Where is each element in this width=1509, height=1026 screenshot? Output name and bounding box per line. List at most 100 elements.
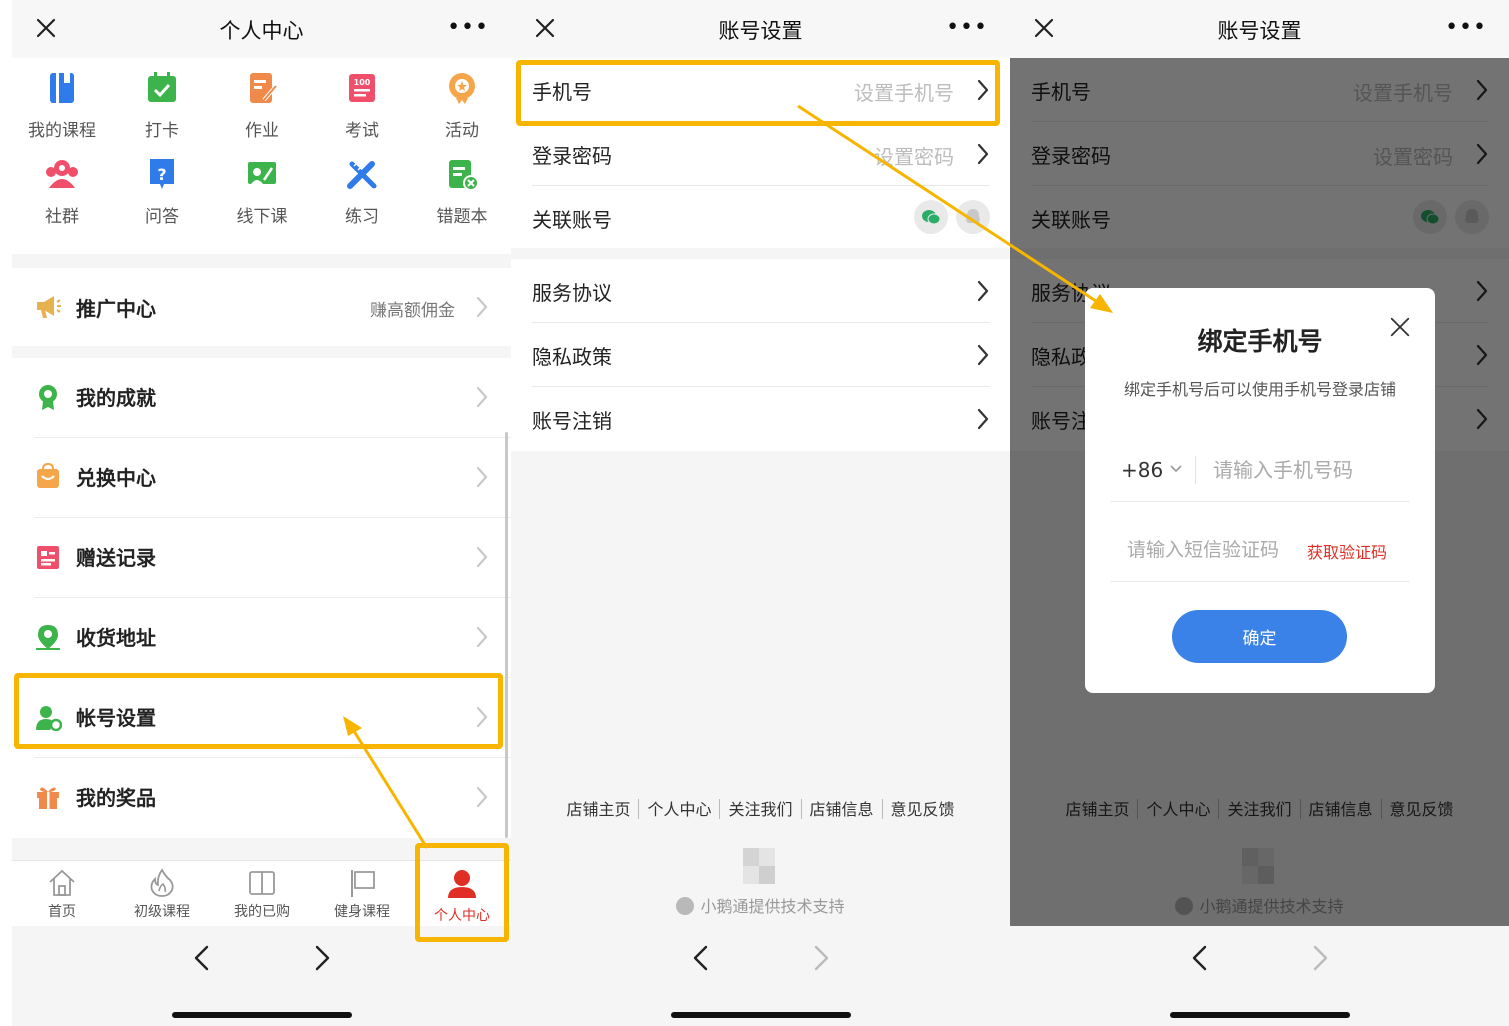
forward-arrow-icon[interactable] (1308, 944, 1332, 972)
title-bar: 账号设置 ••• (1010, 0, 1509, 58)
flag-icon (351, 870, 375, 897)
gift-record-icon (37, 546, 59, 569)
settings-row-password[interactable]: 登录密码 设置密码 (511, 122, 1010, 186)
exam-icon: 100 (349, 74, 375, 102)
menu-item-gift-record[interactable]: 赠送记录 (12, 518, 511, 598)
country-code-select[interactable]: +86 (1121, 458, 1163, 482)
grid-item-exam[interactable]: 100 考试 (312, 70, 412, 141)
footer-link-feedback[interactable]: 意见反馈 (891, 800, 955, 819)
settings-row-linked-accounts[interactable]: 关联账号 (511, 186, 1010, 250)
divider (1195, 456, 1196, 484)
footer-link-personal-center[interactable]: 个人中心 (647, 800, 711, 819)
chevron-right-icon (475, 546, 489, 568)
title-bar: 账号设置 ••• (511, 0, 1010, 58)
fire-icon (150, 868, 174, 897)
settings-row-privacy-policy[interactable]: 隐私政策 (511, 323, 1010, 387)
settings-row-service-agreement[interactable]: 服务协议 (511, 259, 1010, 323)
practice-icon (347, 161, 377, 189)
grid-item-homework[interactable]: 作业 (212, 70, 312, 141)
close-icon[interactable] (1389, 316, 1411, 338)
chevron-down-icon (1170, 465, 1182, 473)
tab-purchased[interactable]: 我的已购 (212, 861, 312, 927)
more-icon[interactable]: ••• (447, 17, 489, 39)
address-icon (36, 625, 60, 650)
account-settings-screen: 账号设置 ••• 手机号 设置手机号 登录密码 设置密码 关联账号 服务协议 隐… (511, 0, 1010, 1026)
dialog-title: 绑定手机号 (1197, 327, 1323, 356)
community-icon (46, 160, 78, 188)
bind-phone-screen: 账号设置 ••• 手机号 设置手机号 登录密码 设置密码 关联账号 服务协议 (1010, 0, 1509, 1026)
divider (1111, 581, 1409, 582)
back-arrow-icon[interactable] (190, 944, 214, 972)
chevron-right-icon (475, 626, 489, 648)
highlight-personal-center-tab (415, 843, 509, 942)
footer-link-shop-info[interactable]: 店铺信息 (810, 800, 874, 819)
promotion-center-label: 推广中心 (76, 297, 156, 321)
browser-nav-bar (511, 926, 1010, 1026)
megaphone-icon (37, 296, 61, 318)
tab-beginner-course[interactable]: 初级课程 (112, 861, 212, 927)
legal-group: 服务协议 隐私政策 账号注销 (511, 259, 1010, 451)
phone-input[interactable] (1213, 453, 1403, 487)
book-icon (50, 73, 74, 103)
chevron-right-icon (976, 344, 990, 366)
grid-item-qa[interactable]: ? 问答 (112, 156, 212, 227)
offline-class-icon (248, 162, 276, 184)
home-icon (49, 869, 75, 896)
back-arrow-icon[interactable] (689, 944, 713, 972)
get-code-button[interactable]: 获取验证码 (1307, 539, 1387, 563)
menu-item-achievement[interactable]: 我的成就 (12, 358, 511, 438)
tab-home[interactable]: 首页 (12, 861, 112, 927)
promotion-center-row[interactable]: 推广中心 赚高额佣金 (12, 268, 511, 346)
feature-grid: 我的课程 打卡 作业 100 考试 活动 社群 ? 问答 线下课 练习 错题本 (12, 58, 511, 254)
grid-item-my-courses[interactable]: 我的课程 (12, 70, 112, 141)
dialog-description: 绑定手机号后可以使用手机号登录店铺 (1123, 380, 1396, 399)
grid-item-mistake-book[interactable]: 错题本 (412, 156, 511, 227)
highlight-account-settings (14, 673, 503, 749)
tab-fitness-course[interactable]: 健身课程 (312, 861, 412, 927)
footer-link-shop-home[interactable]: 店铺主页 (566, 800, 630, 819)
grid-item-events[interactable]: 活动 (412, 70, 511, 141)
home-indicator[interactable] (1170, 1012, 1350, 1018)
title-bar: 个人中心 ••• (12, 0, 511, 58)
grid-item-practice[interactable]: 练习 (312, 156, 412, 227)
qa-icon: ? (150, 159, 174, 189)
sms-code-input[interactable] (1127, 533, 1297, 567)
chevron-right-icon (976, 280, 990, 302)
page-title: 个人中心 (219, 19, 304, 43)
more-icon[interactable]: ••• (946, 17, 988, 39)
divider (1111, 501, 1409, 502)
confirm-button[interactable]: 确定 (1172, 610, 1347, 663)
svg-text:?: ? (157, 165, 166, 184)
mistake-book-icon (449, 160, 479, 191)
chevron-right-icon (475, 466, 489, 488)
wechat-icon[interactable] (914, 200, 948, 234)
home-indicator[interactable] (172, 1012, 352, 1018)
highlight-phone-row (516, 60, 1000, 126)
homework-icon (250, 73, 278, 103)
qq-icon[interactable] (956, 200, 990, 234)
back-arrow-icon[interactable] (1188, 944, 1212, 972)
promotion-center-sub: 赚高额佣金 (370, 301, 455, 321)
menu-item-address[interactable]: 收货地址 (12, 598, 511, 678)
grid-item-community[interactable]: 社群 (12, 156, 112, 227)
browser-nav-bar (1010, 926, 1509, 1026)
grid-item-checkin[interactable]: 打卡 (112, 70, 212, 141)
xiaoe-logo-icon (676, 897, 695, 915)
more-icon[interactable]: ••• (1445, 17, 1487, 39)
tech-support-credit: 小鹅通提供技术支持 (511, 893, 1010, 917)
menu-item-prize[interactable]: 我的奖品 (12, 758, 511, 838)
settings-row-account-cancel[interactable]: 账号注销 (511, 387, 1010, 451)
scrollbar[interactable] (505, 432, 508, 838)
shop-logo-icon (743, 848, 775, 884)
bind-phone-dialog: 绑定手机号 绑定手机号后可以使用手机号登录店铺 +86 获取验证码 确定 (1085, 288, 1435, 693)
forward-arrow-icon[interactable] (310, 944, 334, 972)
footer-link-follow-us[interactable]: 关注我们 (728, 800, 792, 819)
grid-item-offline-class[interactable]: 线下课 (212, 156, 312, 227)
page-title: 账号设置 (1217, 19, 1302, 43)
prize-icon (37, 787, 59, 809)
home-indicator[interactable] (671, 1012, 851, 1018)
forward-arrow-icon[interactable] (809, 944, 833, 972)
menu-item-exchange[interactable]: 兑换中心 (12, 438, 511, 518)
chevron-right-icon (976, 143, 990, 165)
purchased-icon (249, 871, 275, 895)
